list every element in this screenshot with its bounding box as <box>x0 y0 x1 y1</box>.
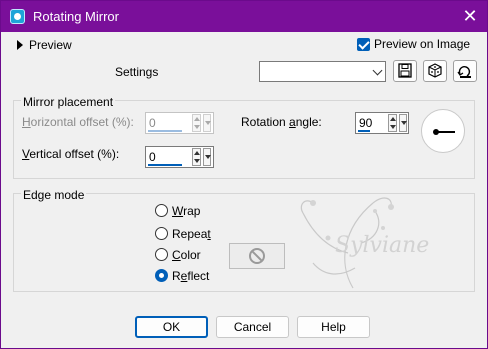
dialog-window: Rotating Mirror ✕ Preview Preview on Ima… <box>0 0 488 349</box>
edge-reflect-radio[interactable]: Reflect <box>155 269 225 284</box>
edge-color-radio[interactable]: Color <box>155 248 225 263</box>
preview-on-image-checkbox[interactable]: Preview on Image <box>357 37 475 52</box>
help-button[interactable]: Help <box>297 316 370 338</box>
window-title: Rotating Mirror <box>33 9 119 24</box>
vertical-offset-spinner[interactable]: 0 <box>145 146 214 168</box>
horizontal-offset-dropdown[interactable] <box>203 114 211 132</box>
rotation-angle-label: Rotation angle: <box>241 115 322 129</box>
horizontal-offset-label: Horizontal offset (%): <box>22 115 134 129</box>
settings-label: Settings <box>115 65 159 79</box>
vertical-offset-dropdown[interactable] <box>203 148 211 166</box>
vertical-offset-bar <box>148 164 182 166</box>
edge-color-swatch[interactable] <box>229 243 285 269</box>
radio-unselected-icon <box>155 248 168 261</box>
ok-button[interactable]: OK <box>135 316 208 338</box>
randomize-button[interactable] <box>423 60 447 82</box>
edge-repeat-radio[interactable]: Repeat <box>155 227 225 242</box>
reset-arrow-icon <box>457 66 471 78</box>
edge-reflect-label: Reflect <box>172 269 210 283</box>
save-preset-button[interactable] <box>393 60 417 82</box>
horizontal-offset-spinner[interactable]: 0 <box>145 112 214 134</box>
edge-mode-title: Edge mode <box>21 188 87 202</box>
edge-wrap-radio[interactable]: Wrap <box>155 204 225 219</box>
close-icon[interactable]: ✕ <box>461 7 479 25</box>
edge-repeat-label: Repeat <box>172 227 211 241</box>
chevron-down-icon <box>372 65 383 76</box>
rotation-angle-dropdown[interactable] <box>399 114 407 132</box>
rotation-angle-updown[interactable] <box>388 114 397 132</box>
checkbox-checked-icon <box>357 38 370 51</box>
vertical-offset-value: 0 <box>149 150 156 164</box>
rotation-angle-value: 90 <box>359 116 373 130</box>
edge-wrap-label: Wrap <box>172 204 201 218</box>
radio-unselected-icon <box>155 227 168 240</box>
expand-triangle-icon <box>17 40 23 50</box>
preview-on-image-label: Preview on Image <box>374 37 471 51</box>
reset-button[interactable] <box>453 60 477 82</box>
preview-label: Preview <box>29 38 72 52</box>
app-icon <box>10 9 25 24</box>
cancel-button[interactable]: Cancel <box>216 316 289 338</box>
settings-dropdown[interactable] <box>259 61 386 82</box>
dice-icon <box>428 63 442 78</box>
edge-color-label: Color <box>172 248 201 262</box>
title-bar: Rotating Mirror ✕ <box>1 1 487 32</box>
rotation-angle-spinner[interactable]: 90 <box>355 112 409 134</box>
horizontal-offset-bar <box>148 130 182 132</box>
horizontal-offset-updown[interactable] <box>192 114 201 132</box>
dial-knob <box>433 129 439 135</box>
watermark-text: Sylviane <box>335 233 430 258</box>
floppy-disk-icon <box>398 63 412 78</box>
radio-selected-icon <box>155 269 168 282</box>
horizontal-offset-value: 0 <box>149 116 156 130</box>
rotation-angle-dial[interactable] <box>421 109 465 153</box>
vertical-offset-updown[interactable] <box>192 148 201 166</box>
mirror-placement-title: Mirror placement <box>21 95 116 109</box>
radio-unselected-icon <box>155 204 168 217</box>
vertical-offset-label: Vertical offset (%): <box>22 147 120 161</box>
rotation-angle-bar <box>358 130 370 132</box>
preview-expander[interactable]: Preview <box>15 38 85 52</box>
disabled-icon <box>249 248 265 264</box>
